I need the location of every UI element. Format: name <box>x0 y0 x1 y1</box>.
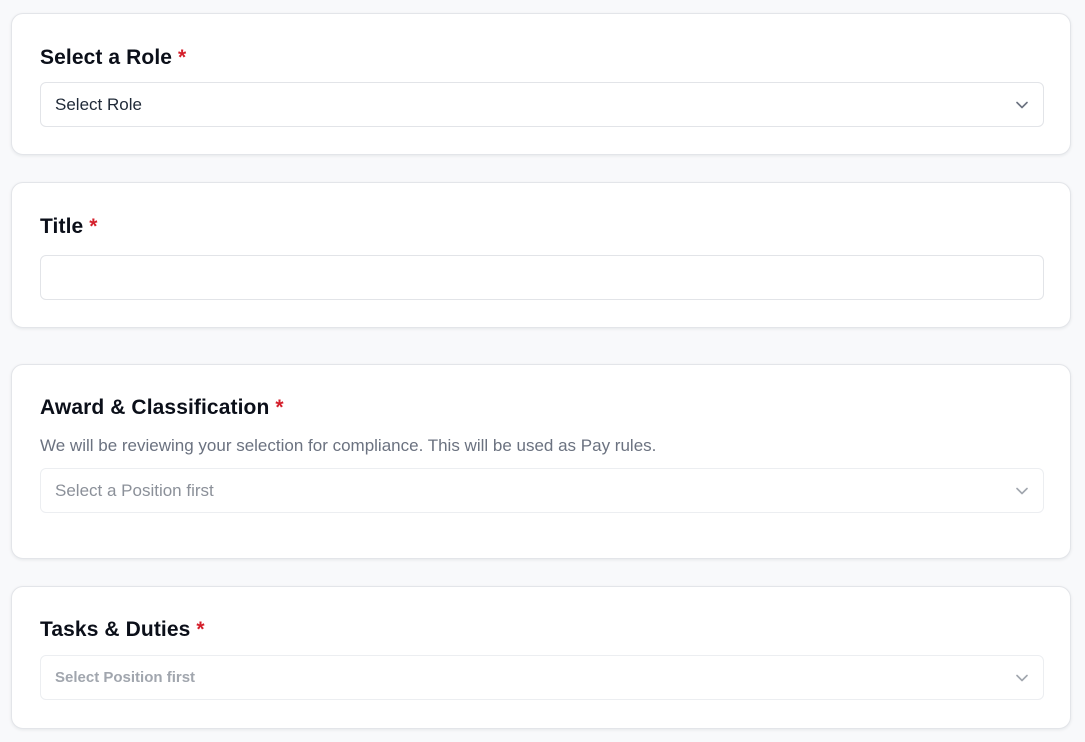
award-description: We will be reviewing your selection for … <box>40 436 657 455</box>
chevron-down-icon <box>1015 484 1029 498</box>
award-select-value: Select a Position first <box>55 480 214 500</box>
tasks-card-title: Tasks & Duties * <box>40 618 205 642</box>
tasks-title-text: Tasks & Duties <box>40 618 191 641</box>
award-select[interactable]: Select a Position first <box>40 468 1044 513</box>
title-card-title: Title * <box>40 215 98 239</box>
required-asterisk: * <box>178 46 187 69</box>
role-card-title: Select a Role * <box>40 46 186 70</box>
required-asterisk: * <box>196 618 205 641</box>
title-card: Title * <box>11 182 1071 328</box>
title-label-text: Title <box>40 215 84 238</box>
required-asterisk: * <box>89 215 98 238</box>
role-title-text: Select a Role <box>40 46 173 69</box>
tasks-card: Tasks & Duties * Select Position first <box>11 586 1071 729</box>
role-select[interactable]: Select Role <box>40 82 1044 127</box>
chevron-down-icon <box>1015 671 1029 685</box>
chevron-down-icon <box>1015 98 1029 112</box>
award-card: Award & Classification * We will be revie… <box>11 364 1071 559</box>
role-card: Select a Role * Select Role <box>11 13 1071 155</box>
tasks-select-value: Select Position first <box>55 669 196 686</box>
role-select-value: Select Role <box>55 94 142 114</box>
title-input-wrapper <box>40 255 1044 300</box>
award-card-title: Award & Classification * <box>40 396 284 420</box>
tasks-select[interactable]: Select Position first <box>40 655 1044 700</box>
required-asterisk: * <box>275 396 284 419</box>
award-title-text: Award & Classification <box>40 396 270 419</box>
title-input[interactable] <box>55 256 1029 299</box>
